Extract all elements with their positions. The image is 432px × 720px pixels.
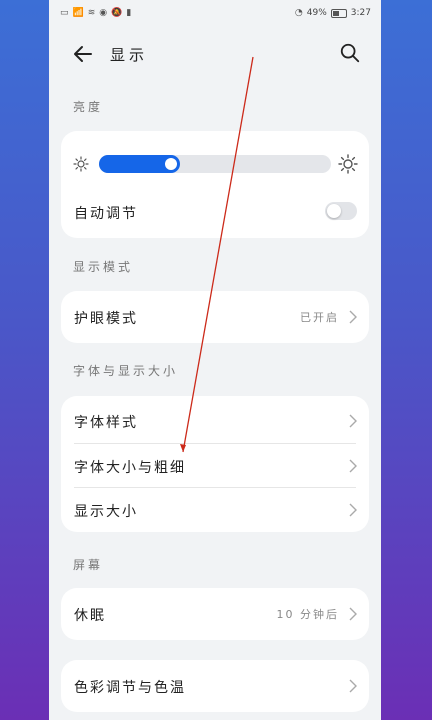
section-title-screen: 屏幕 <box>73 558 104 572</box>
chevron-right-icon <box>349 503 357 517</box>
status-bar: ▭ 📶 ≋ ◉ 🔕 ▮ ◔ 49% 3:27 <box>49 0 381 28</box>
eye-comfort-label: 护眼模式 <box>74 311 138 327</box>
sleep-value: 10 分钟后 <box>276 608 339 621</box>
section-title-brightness: 亮度 <box>73 100 104 114</box>
mute-icon: 🔕 <box>111 8 123 18</box>
color-temperature-row[interactable]: 色彩调节与色温 <box>61 664 369 708</box>
chevron-right-icon <box>349 459 357 473</box>
color-temperature-label: 色彩调节与色温 <box>74 680 186 696</box>
status-left-icons: ▭ 📶 ≋ ◉ 🔕 ▮ <box>60 8 131 18</box>
display-mode-card: 护眼模式 已开启 <box>61 291 369 343</box>
wifi-icon: ≋ <box>87 8 96 18</box>
display-size-label: 显示大小 <box>74 504 138 520</box>
font-card: 字体样式 字体大小与粗细 显示大小 <box>61 396 369 532</box>
signal-icon: 📶 <box>72 8 84 18</box>
eye-comfort-value: 已开启 <box>300 311 339 324</box>
battery-saver-icon: ▮ <box>126 8 132 18</box>
section-title-font: 字体与显示大小 <box>73 364 179 378</box>
back-arrow-icon[interactable] <box>71 42 95 66</box>
eye-comfort-row[interactable]: 护眼模式 已开启 <box>61 295 369 339</box>
status-right: ◔ 49% 3:27 <box>295 8 371 18</box>
battery-icon <box>330 8 347 18</box>
screen-card: 休眠 10 分钟后 <box>61 588 369 640</box>
sim-icon: ▭ <box>60 8 69 18</box>
chevron-right-icon <box>349 607 357 621</box>
brightness-slider[interactable] <box>99 155 331 173</box>
chevron-right-icon <box>349 679 357 693</box>
font-size-weight-label: 字体大小与粗细 <box>74 460 186 476</box>
sleep-label: 休眠 <box>74 608 106 624</box>
section-title-display-mode: 显示模式 <box>73 260 134 274</box>
brightness-card: 自动调节 <box>61 131 369 238</box>
sleep-row[interactable]: 休眠 10 分钟后 <box>61 592 369 636</box>
status-percent: 49% <box>306 8 327 18</box>
page-title: 显示 <box>110 46 149 64</box>
font-style-label: 字体样式 <box>74 415 138 431</box>
sun-large-icon <box>338 154 358 174</box>
chevron-right-icon <box>349 414 357 428</box>
eye-icon: ◉ <box>99 8 108 18</box>
status-time: 3:27 <box>350 8 371 18</box>
auto-brightness-label: 自动调节 <box>74 206 138 222</box>
chevron-right-icon <box>349 310 357 324</box>
app-bar: 显示 <box>49 34 381 74</box>
settings-screen: ▭ 📶 ≋ ◉ 🔕 ▮ ◔ 49% 3:27 显示 亮度 自动调节 显示模式 护… <box>49 0 381 720</box>
display-size-row[interactable]: 显示大小 <box>61 488 369 532</box>
brightness-knob[interactable] <box>165 158 177 170</box>
color-card: 色彩调节与色温 <box>61 660 369 712</box>
font-size-weight-row[interactable]: 字体大小与粗细 <box>61 444 369 488</box>
sun-small-icon <box>73 156 89 172</box>
auto-brightness-toggle[interactable] <box>325 202 357 220</box>
font-style-row[interactable]: 字体样式 <box>61 399 369 443</box>
search-icon[interactable] <box>339 42 361 64</box>
speed-gauge-icon: ◔ <box>294 8 303 18</box>
